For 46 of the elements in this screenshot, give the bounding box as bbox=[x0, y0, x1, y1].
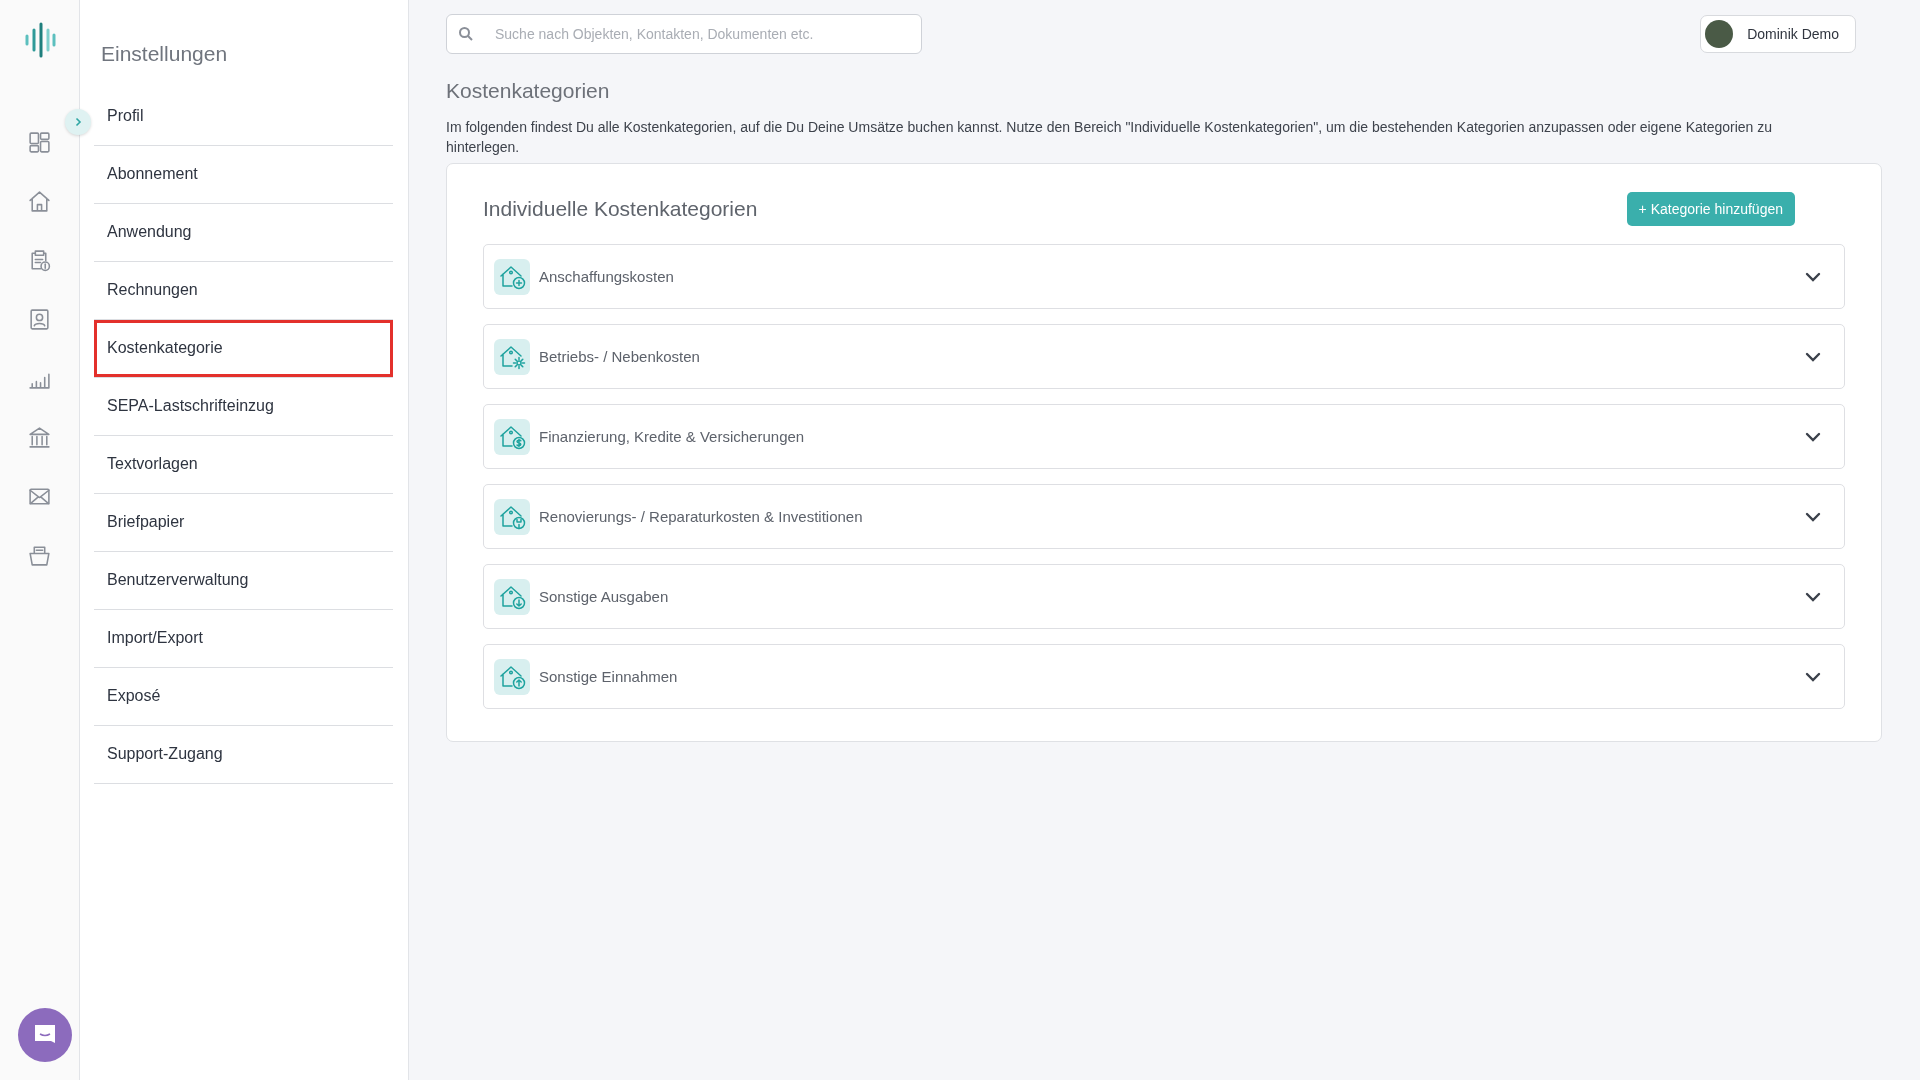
settings-menu-item[interactable]: Exposé bbox=[94, 668, 393, 725]
folder-icon[interactable] bbox=[27, 543, 52, 568]
settings-menu-item[interactable]: Benutzerverwaltung bbox=[94, 552, 393, 609]
house-category-icon bbox=[494, 258, 530, 295]
category-label: Betriebs- / Nebenkosten bbox=[539, 348, 701, 365]
category-row[interactable]: Finanzierung, Kredite & Versicherungen bbox=[483, 404, 1845, 469]
chat-button[interactable] bbox=[18, 1008, 72, 1062]
category-row[interactable]: Betriebs- / Nebenkosten bbox=[483, 324, 1845, 389]
settings-menu-item[interactable]: Support-Zugang bbox=[94, 726, 393, 783]
category-label: Renovierungs- / Reparaturkosten & Investitionen bbox=[539, 508, 864, 525]
settings-menu-item[interactable]: Profil bbox=[94, 88, 393, 145]
settings-menu-item[interactable]: Textvorlagen bbox=[94, 436, 393, 493]
category-label: Sonstige Ausgaben bbox=[539, 588, 670, 605]
category-row[interactable]: Renovierungs- / Reparaturkosten & Investitionen bbox=[483, 484, 1845, 549]
category-row[interactable]: Sonstige Ausgaben bbox=[483, 564, 1845, 629]
house-category-icon bbox=[494, 338, 530, 375]
settings-menu-item[interactable]: Abonnement bbox=[94, 146, 393, 203]
expand-toggle-button[interactable] bbox=[65, 109, 91, 135]
page-description: Im folgenden findest Du alle Kostenkategorien, auf die Du Deine Umsätze buchen kannst. Nutze den Bereich "Individuelle Kostenkategorien", um die bestehenden Kategorien anzupassen oder eigene Kategorien zu hinterlegen. bbox=[446, 118, 1774, 157]
settings-title: Einstellungen bbox=[101, 42, 229, 66]
dashboard-icon[interactable] bbox=[27, 130, 52, 155]
user-menu-button[interactable]: Dominik Demo bbox=[1700, 15, 1856, 53]
settings-menu-item[interactable]: Anwendung bbox=[94, 204, 393, 261]
settings-menu-item[interactable]: SEPA-Lastschrifteinzug bbox=[94, 378, 393, 435]
bank-icon[interactable] bbox=[27, 425, 52, 450]
category-row[interactable]: Anschaffungskosten bbox=[483, 244, 1845, 309]
settings-menu-item[interactable]: Briefpapier bbox=[94, 494, 393, 551]
category-label: Anschaffungskosten bbox=[539, 268, 675, 285]
category-label: Finanzierung, Kredite & Versicherungen bbox=[539, 428, 806, 445]
house-category-icon bbox=[494, 578, 530, 615]
search-field[interactable]: Suche nach Objekten, Kontakten, Dokumenten etc. bbox=[446, 14, 922, 54]
house-category-icon bbox=[494, 498, 530, 535]
house-category-icon bbox=[494, 418, 530, 455]
settings-menu-item[interactable]: Import/Export bbox=[94, 610, 393, 667]
card-title: Individuelle Kostenkategorien bbox=[483, 197, 758, 221]
house-icon[interactable] bbox=[27, 189, 52, 214]
category-label: Sonstige Einnahmen bbox=[539, 668, 679, 685]
settings-menu-item[interactable]: Kostenkategorie bbox=[94, 320, 393, 377]
house-category-icon bbox=[494, 658, 530, 695]
settings-menu-item[interactable]: Rechnungen bbox=[94, 262, 393, 319]
page-title: Kostenkategorien bbox=[446, 79, 611, 103]
category-row[interactable]: Sonstige Einnahmen bbox=[483, 644, 1845, 709]
contact-book-icon[interactable] bbox=[27, 307, 52, 332]
chevron-right-icon bbox=[73, 117, 83, 127]
avatar-icon bbox=[1705, 20, 1734, 48]
search-icon bbox=[458, 26, 474, 42]
